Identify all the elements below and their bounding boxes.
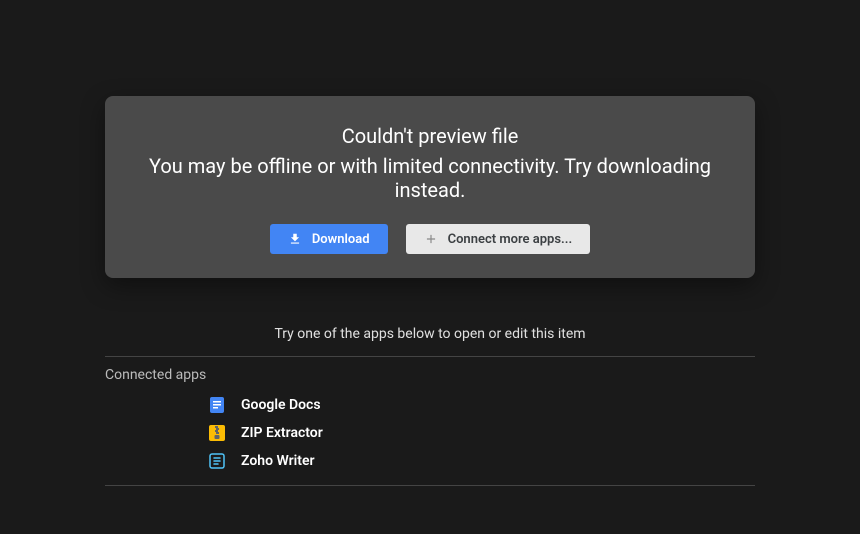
zip-icon	[209, 425, 225, 441]
app-name: ZIP Extractor	[241, 425, 323, 441]
docs-icon	[209, 397, 225, 413]
connect-more-apps-button[interactable]: Connect more apps...	[406, 224, 591, 254]
zoho-icon	[209, 453, 225, 469]
app-item-zip-extractor[interactable]: ZIP Extractor	[105, 419, 755, 447]
connected-apps-label: Connected apps	[105, 357, 755, 391]
apps-prompt: Try one of the apps below to open or edi…	[105, 326, 755, 357]
app-item-zoho-writer[interactable]: Zoho Writer	[105, 447, 755, 475]
app-name: Zoho Writer	[241, 453, 315, 469]
error-subtitle: You may be offline or with limited conne…	[125, 154, 735, 202]
apps-section: Try one of the apps below to open or edi…	[105, 326, 755, 486]
app-item-google-docs[interactable]: Google Docs	[105, 391, 755, 419]
error-card: Couldn't preview file You may be offline…	[105, 96, 755, 278]
download-icon	[288, 232, 302, 246]
error-title: Couldn't preview file	[125, 124, 735, 148]
button-row: Download Connect more apps...	[125, 224, 735, 254]
download-button-label: Download	[312, 232, 370, 247]
download-button[interactable]: Download	[270, 224, 388, 254]
app-list: Google Docs ZIP Extractor	[105, 391, 755, 486]
app-name: Google Docs	[241, 397, 321, 413]
plus-icon	[424, 232, 438, 246]
connect-more-apps-label: Connect more apps...	[448, 232, 573, 247]
